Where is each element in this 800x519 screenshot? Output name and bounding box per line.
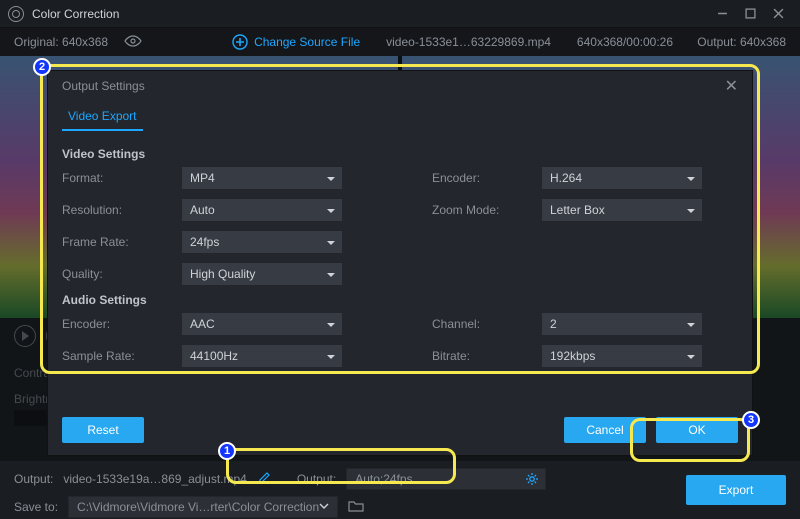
frame-rate-label: Frame Rate:	[62, 235, 182, 249]
chevron-down-icon	[326, 351, 336, 365]
tutorial-badge-1: 1	[218, 442, 236, 460]
resolution-select[interactable]: Auto	[182, 199, 342, 221]
channel-label: Channel:	[432, 317, 542, 331]
tab-video-export[interactable]: Video Export	[62, 105, 143, 131]
zoom-mode-label: Zoom Mode:	[432, 203, 542, 217]
dialog-title: Output Settings	[62, 79, 145, 93]
export-button[interactable]: Export	[686, 475, 786, 505]
format-select[interactable]: MP4	[182, 167, 342, 189]
quality-select[interactable]: High Quality	[182, 263, 342, 285]
output-settings-label: Output:	[297, 472, 336, 486]
chevron-down-icon	[326, 269, 336, 283]
audio-settings-heading: Audio Settings	[62, 293, 738, 307]
dialog-close-icon[interactable]: ✕	[725, 76, 738, 96]
chevron-down-icon	[326, 205, 336, 219]
save-to-value: C:\Vidmore\Vidmore Vi…rter\Color Correct…	[77, 500, 319, 514]
chevron-down-icon	[686, 319, 696, 333]
resolution-label: Resolution:	[62, 203, 182, 217]
chevron-down-icon	[326, 319, 336, 333]
close-button[interactable]	[764, 4, 792, 24]
plus-circle-icon	[232, 34, 248, 50]
save-to-field[interactable]: C:\Vidmore\Vidmore Vi…rter\Color Correct…	[68, 496, 338, 518]
preview-eye-icon[interactable]	[124, 35, 142, 50]
source-filename: video-1533e1…63229869.mp4	[386, 35, 551, 49]
audio-encoder-label: Encoder:	[62, 317, 182, 331]
quality-label: Quality:	[62, 267, 182, 281]
format-label: Format:	[62, 171, 182, 185]
gear-icon[interactable]	[525, 472, 539, 489]
output-file-label: Output:	[14, 472, 53, 486]
zoom-mode-select[interactable]: Letter Box	[542, 199, 702, 221]
tutorial-badge-2: 2	[33, 58, 51, 76]
chevron-down-icon	[686, 351, 696, 365]
output-size-label: Output: 640x368	[697, 35, 786, 49]
audio-encoder-select[interactable]: AAC	[182, 313, 342, 335]
save-to-label: Save to:	[14, 500, 58, 514]
bottombar: Output: video-1533e19a…869_adjust.mp4 Ou…	[0, 461, 800, 519]
change-source-button[interactable]: Change Source File	[232, 34, 360, 50]
maximize-button[interactable]	[736, 4, 764, 24]
ok-button[interactable]: OK	[656, 417, 738, 443]
bitrate-select[interactable]: 192kbps	[542, 345, 702, 367]
sample-rate-select[interactable]: 44100Hz	[182, 345, 342, 367]
channel-select[interactable]: 2	[542, 313, 702, 335]
chevron-down-icon	[686, 173, 696, 187]
sample-rate-label: Sample Rate:	[62, 349, 182, 363]
app-icon	[8, 6, 24, 22]
chevron-down-icon	[319, 500, 329, 514]
output-file-value: video-1533e19a…869_adjust.mp4	[63, 472, 246, 486]
edit-output-name-icon[interactable]	[257, 471, 271, 488]
chevron-down-icon	[326, 173, 336, 187]
frame-rate-select[interactable]: 24fps	[182, 231, 342, 253]
window-title: Color Correction	[32, 7, 119, 21]
video-encoder-select[interactable]: H.264	[542, 167, 702, 189]
video-settings-heading: Video Settings	[62, 147, 738, 161]
tutorial-badge-3: 3	[742, 411, 760, 429]
reset-button[interactable]: Reset	[62, 417, 144, 443]
output-settings-dialog: Output Settings ✕ Video Export Video Set…	[47, 70, 753, 456]
video-encoder-label: Encoder:	[432, 171, 542, 185]
output-settings-field[interactable]: Auto;24fps	[346, 468, 546, 490]
minimize-button[interactable]	[708, 4, 736, 24]
cancel-button[interactable]: Cancel	[564, 417, 646, 443]
original-size-label: Original: 640x368	[14, 35, 108, 49]
chevron-down-icon	[326, 237, 336, 251]
bitrate-label: Bitrate:	[432, 349, 542, 363]
titlebar: Color Correction	[0, 0, 800, 28]
open-folder-icon[interactable]	[348, 498, 364, 517]
chevron-down-icon	[686, 205, 696, 219]
source-meta: 640x368/00:00:26	[577, 35, 673, 49]
infobar: Original: 640x368 Change Source File vid…	[0, 28, 800, 56]
output-settings-value: Auto;24fps	[355, 472, 412, 486]
change-source-label: Change Source File	[254, 35, 360, 49]
